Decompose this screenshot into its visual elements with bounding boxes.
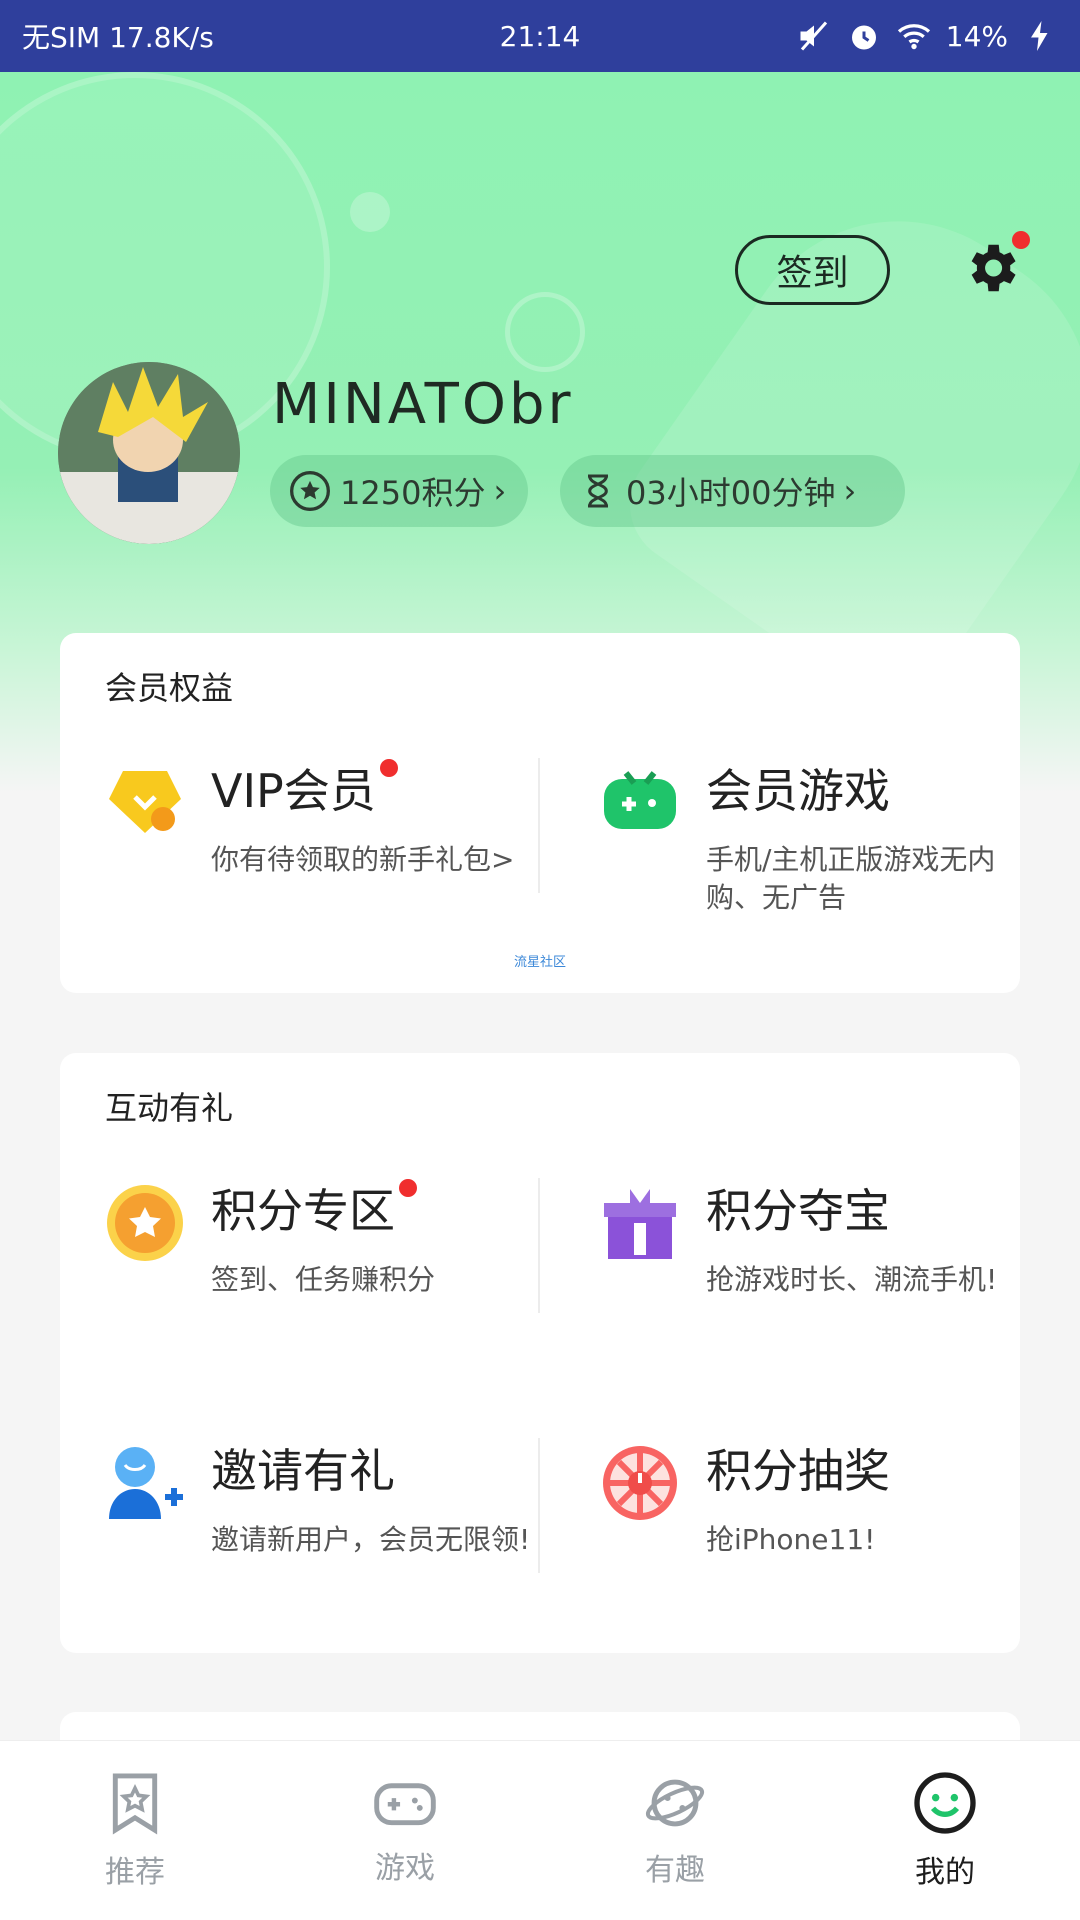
item-description: 你有待领取的新手礼包> (211, 843, 515, 876)
time-left-value: 03小时00分钟 (626, 474, 836, 512)
wifi-icon (897, 24, 930, 50)
gamepad-icon (374, 1782, 436, 1825)
item-title: 积分专区 (211, 1175, 417, 1241)
signin-button[interactable]: 签到 (735, 235, 890, 305)
planet-icon (645, 1779, 705, 1826)
nav-item-fun[interactable]: 有趣 (575, 1773, 775, 1889)
avatar-image (58, 362, 240, 544)
mute-icon (800, 21, 827, 51)
status-bar: 无SIM 17.8K/s 21:14 14% (0, 0, 1080, 72)
interaction-rewards-card: 互动有礼 积分专区 签到、任务赚积分 积分夺宝 抢游戏时长、潮流手机! 邀请有礼… (60, 1053, 1020, 1653)
vip-member-item[interactable]: VIP会员 你有待领取的新手礼包> (105, 759, 565, 943)
notification-dot (399, 1179, 417, 1197)
divider (538, 1178, 540, 1313)
battery-percent: 14% (945, 19, 1008, 53)
nav-label: 游戏 (375, 1850, 435, 1886)
bookmark-star-icon (112, 1772, 158, 1835)
vip-diamond-icon (109, 771, 181, 833)
bottom-navigation: 推荐 游戏 有趣 我的 (0, 1740, 1080, 1920)
item-title: 积分夺宝 (706, 1184, 890, 1238)
chevron-right-icon: › (493, 472, 507, 510)
lottery-wheel-icon (603, 1446, 677, 1520)
invite-user-icon (109, 1447, 183, 1519)
smiley-icon (914, 1771, 976, 1834)
item-title: VIP会员 (211, 755, 398, 821)
decorative-ring (505, 292, 585, 372)
nav-label: 我的 (915, 1854, 975, 1890)
item-description: 手机/主机正版游戏无内购、无广告 (706, 843, 996, 914)
settings-button[interactable] (960, 231, 1030, 299)
member-games-item[interactable]: 会员游戏 手机/主机正版游戏无内购、无广告 (600, 763, 1060, 943)
star-coin-icon (107, 1185, 183, 1261)
notification-dot (379, 759, 398, 777)
item-description: 抢游戏时长、潮流手机! (706, 1263, 998, 1296)
item-description: 抢iPhone11! (706, 1523, 876, 1556)
nav-label: 推荐 (105, 1854, 165, 1890)
points-lottery-item[interactable]: 积分抽奖 抢iPhone11! (600, 1443, 1060, 1623)
gear-icon (971, 244, 1016, 292)
decorative-dot (350, 192, 390, 232)
nav-item-recommend[interactable]: 推荐 (35, 1771, 235, 1891)
member-benefits-card: 会员权益 VIP会员 你有待领取的新手礼包> 会员游戏 手机/主机正版游戏无内购… (60, 633, 1020, 993)
item-title: 邀请有礼 (211, 1444, 395, 1498)
time-pill[interactable]: 03小时00分钟 › (560, 455, 905, 527)
nav-item-mine[interactable]: 我的 (845, 1771, 1045, 1891)
community-link[interactable]: 流星社区 (60, 951, 1020, 970)
item-title: 积分抽奖 (706, 1444, 890, 1498)
gift-box-icon (604, 1189, 676, 1259)
hourglass-icon (588, 474, 608, 508)
card-title: 会员权益 (105, 669, 234, 707)
status-time: 21:14 (499, 19, 581, 53)
username: MINATObr (272, 372, 574, 437)
chevron-right-icon: › (843, 472, 857, 510)
points-value: 1250积分 (340, 474, 486, 512)
divider (538, 1438, 540, 1573)
divider (538, 758, 540, 893)
item-description: 邀请新用户，会员无限领! (211, 1523, 531, 1556)
charging-battery-icon (1031, 21, 1048, 51)
points-pill[interactable]: 1250积分 › (270, 455, 528, 527)
card-title: 互动有礼 (105, 1089, 234, 1127)
points-treasure-item[interactable]: 积分夺宝 抢游戏时长、潮流手机! (600, 1183, 1060, 1363)
points-zone-item[interactable]: 积分专区 签到、任务赚积分 (105, 1179, 565, 1363)
invite-reward-item[interactable]: 邀请有礼 邀请新用户，会员无限领! (105, 1443, 565, 1623)
nav-label: 有趣 (645, 1852, 705, 1888)
item-description: 签到、任务赚积分 (211, 1263, 436, 1296)
item-title: 会员游戏 (706, 764, 890, 818)
gamepad-icon (604, 771, 676, 829)
star-circle-icon (290, 471, 330, 511)
avatar[interactable] (58, 362, 240, 544)
carrier-network-text: 无SIM 17.8K/s (22, 21, 214, 54)
notification-dot (1012, 231, 1030, 249)
nav-item-games[interactable]: 游戏 (305, 1775, 505, 1887)
alarm-icon (851, 25, 876, 50)
